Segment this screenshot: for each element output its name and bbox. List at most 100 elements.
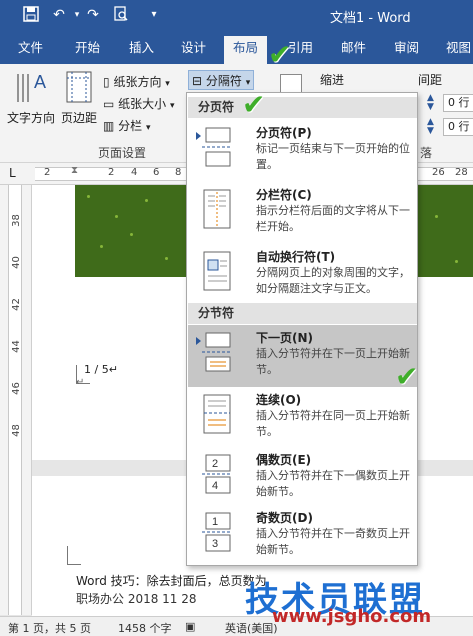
page-break-icon	[202, 127, 232, 167]
tab-file[interactable]: 文件	[18, 39, 43, 63]
spacing-before-input[interactable]: 0 行	[443, 94, 473, 112]
menu-item-description: 标记一页结束与下一页开始的位置。	[256, 142, 410, 171]
menu-item-title: 自动换行符(T)	[256, 250, 336, 264]
menu-item-title: 分栏符(C)	[256, 188, 312, 202]
print-preview-icon[interactable]	[112, 6, 130, 24]
odd-page-break-icon: 1 3	[202, 512, 232, 552]
size-label: 纸张大小	[118, 97, 167, 111]
ruler-tick: 6	[153, 167, 160, 178]
ruler-tick: 4	[131, 167, 138, 178]
menu-item-description: 插入分节符并在下一页上开始新节。	[256, 347, 410, 376]
tab-references[interactable]: 引用	[288, 39, 313, 63]
ruler-tick: 2	[108, 167, 115, 178]
orientation-dropdown-icon: ▾	[165, 79, 170, 89]
title-bar: ↶ ▾ ↷ ▾ 文档1 - Word	[0, 0, 473, 31]
svg-text:A: A	[34, 72, 46, 92]
indent-marker-icon[interactable]: ⧗	[71, 165, 78, 176]
menu-item-description: 分隔网页上的对象周围的文字，如分隔题注文字与正文。	[256, 266, 410, 295]
menu-item-description: 插入分节符并在下一奇数页上开始新节。	[256, 527, 410, 556]
menu-item-odd-page[interactable]: 1 3 奇数页(D) 插入分节符并在下一奇数页上开始新节。	[188, 505, 417, 567]
paragraph-mark: ↵	[76, 377, 85, 388]
margins-icon	[66, 71, 92, 103]
spacing-label: 间距	[418, 73, 443, 87]
vertical-ruler-strip[interactable]	[8, 185, 22, 615]
menu-item-text-wrapping-break[interactable]: 自动换行符(T) 分隔网页上的对象周围的文字，如分隔题注文字与正文。	[188, 244, 417, 304]
undo-icon[interactable]: ↶	[50, 6, 68, 24]
breaks-icon: ⊟	[192, 74, 203, 88]
orientation-button[interactable]: ▯ 纸张方向 ▾	[103, 72, 170, 92]
svg-text:3: 3	[212, 538, 218, 550]
orientation-label: 纸张方向	[113, 75, 162, 89]
vruler-tick: 46	[10, 382, 22, 395]
menu-item-description: 插入分节符并在下一偶数页上开始新节。	[256, 469, 410, 498]
columns-label: 分栏	[118, 119, 143, 133]
breaks-button[interactable]: ⊟ 分隔符 ▾	[188, 70, 255, 90]
menu-item-continuous[interactable]: 连续(O) 插入分节符并在同一页上开始新节。	[188, 387, 417, 449]
checkmark-icon: ✔	[395, 360, 419, 393]
ruler-tick: 8	[175, 167, 182, 178]
breaks-dropdown-menu: 分页符 分页符(P) 标记一页结束与下一页开始的位置。 分栏符(C) 指示分栏符…	[186, 92, 418, 566]
menu-item-next-page[interactable]: 下一页(N) 插入分节符并在下一页上开始新节。	[188, 325, 417, 387]
body-text-line: 职场办公 2018 11 28	[76, 592, 197, 606]
customize-qat-icon[interactable]: ▾	[145, 6, 163, 24]
spacing-after-stepper-icon[interactable]: ▲ ▼	[427, 118, 434, 136]
menu-item-description: 插入分节符并在同一页上开始新节。	[256, 409, 410, 438]
language-status[interactable]: 英语(美国)	[225, 620, 278, 636]
proofing-icon[interactable]: ▣	[185, 620, 195, 633]
margin-corner-mark	[67, 564, 81, 565]
svg-text:1: 1	[212, 516, 218, 528]
menu-section-page-breaks: 分页符	[188, 97, 417, 118]
menu-item-column-break[interactable]: 分栏符(C) 指示分栏符后面的文字将从下一栏开始。	[188, 182, 417, 244]
document-title: 文档1 - Word	[330, 11, 411, 26]
text-direction-label: 文字方向	[6, 111, 55, 125]
tab-design[interactable]: 设计	[181, 39, 206, 63]
next-page-break-icon	[202, 332, 232, 372]
spacing-after-input[interactable]: 0 行	[443, 118, 473, 136]
vruler-tick: 40	[10, 256, 22, 269]
menu-item-title: 偶数页(E)	[256, 453, 312, 467]
tab-layout[interactable]: 布局	[224, 36, 268, 64]
redo-icon[interactable]: ↷	[84, 6, 102, 24]
save-icon[interactable]	[22, 6, 40, 24]
body-text-line: Word 技巧：除去封面后，总页数为	[76, 574, 267, 588]
paragraph-group-label: 落	[420, 146, 433, 160]
orientation-icon: ▯	[103, 75, 110, 89]
columns-button[interactable]: ▥ 分栏 ▾	[103, 116, 151, 136]
tab-home[interactable]: 开始	[75, 39, 100, 63]
vruler-tick: 48	[10, 424, 22, 437]
indent-label: 缩进	[320, 73, 345, 87]
breaks-label: 分隔符	[205, 74, 242, 88]
text-wrapping-icon	[203, 251, 231, 291]
even-page-break-icon: 2 4	[202, 454, 232, 494]
text-direction-button[interactable]: A 文字方向	[6, 68, 56, 126]
tab-insert[interactable]: 插入	[129, 39, 154, 63]
watermark-url: www.jsgho.com	[272, 606, 432, 627]
margins-button[interactable]: 页边距	[58, 68, 100, 126]
menu-section-section-breaks: 分节符	[188, 303, 417, 324]
spacing-before-stepper-icon[interactable]: ▲ ▼	[427, 94, 434, 112]
checkmark-icon: ✔	[268, 38, 292, 71]
size-button[interactable]: ▭ 纸张大小 ▾	[103, 94, 175, 114]
checkmark-icon: ✔	[242, 88, 266, 121]
tab-mailings[interactable]: 邮件	[341, 39, 366, 63]
vruler-tick: 44	[10, 340, 22, 353]
breaks-dropdown-icon: ▾	[245, 78, 251, 88]
page-count-status[interactable]: 第 1 页，共 5 页	[8, 620, 91, 636]
page-number-text: 1 / 5↵	[84, 363, 118, 376]
svg-text:2: 2	[212, 458, 218, 470]
columns-icon: ▥	[103, 119, 115, 133]
size-icon: ▭	[103, 97, 115, 111]
continuous-break-icon	[203, 394, 231, 434]
column-break-icon	[203, 189, 231, 229]
menu-item-title: 分页符(P)	[256, 126, 312, 140]
menu-item-page-break[interactable]: 分页符(P) 标记一页结束与下一页开始的位置。	[188, 120, 417, 182]
tab-review[interactable]: 审阅	[394, 39, 419, 63]
ruler-tick: 28	[455, 167, 468, 178]
tab-selector[interactable]: L	[9, 166, 16, 180]
tab-view[interactable]: 视图	[446, 39, 471, 63]
vruler-tick: 42	[10, 298, 22, 311]
menu-item-even-page[interactable]: 2 4 偶数页(E) 插入分节符并在下一偶数页上开始新节。	[188, 447, 417, 509]
vruler-tick: 38	[10, 214, 22, 227]
columns-dropdown-icon: ▾	[146, 123, 151, 133]
word-count-status[interactable]: 1458 个字	[118, 620, 172, 636]
